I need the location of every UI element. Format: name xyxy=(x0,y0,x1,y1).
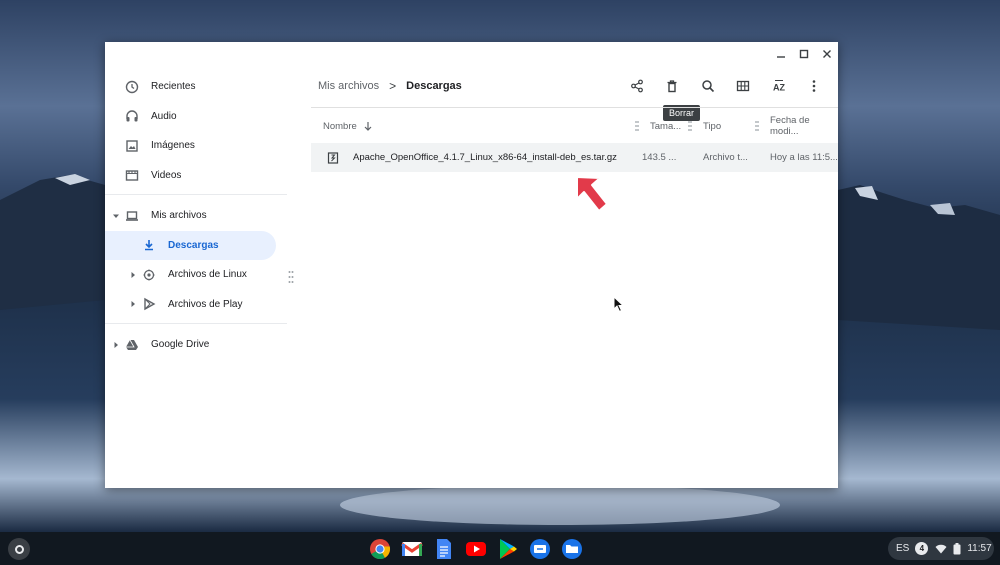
file-date: Hoy a las 11:5... xyxy=(770,152,838,163)
status-tray[interactable]: ES 4 11:57 xyxy=(888,537,994,560)
caret-right-icon[interactable] xyxy=(129,300,137,308)
launcher-icon xyxy=(14,544,24,554)
delete-icon[interactable] xyxy=(655,75,691,97)
column-resize-handle[interactable] xyxy=(688,120,692,132)
taskbar: ES 4 11:57 xyxy=(0,532,1000,565)
drive-icon xyxy=(124,337,140,353)
file-size: 143.5 ... xyxy=(642,152,677,163)
share-icon[interactable] xyxy=(619,75,655,97)
sidebar-resize-handle[interactable] xyxy=(288,270,294,284)
column-header-date[interactable]: Fecha de modi... xyxy=(770,114,838,138)
breadcrumb: Mis archivos > Descargas xyxy=(318,79,462,93)
sidebar-item-label: Videos xyxy=(151,169,182,181)
maximize-icon[interactable] xyxy=(792,42,815,66)
column-header-label: Tama... xyxy=(650,120,682,132)
caret-down-icon[interactable] xyxy=(112,212,120,220)
mouse-cursor xyxy=(613,296,625,313)
column-header-type[interactable]: Tipo xyxy=(703,114,721,138)
sidebar-item-descargas[interactable]: Descargas xyxy=(105,230,276,260)
column-resize-handle[interactable] xyxy=(635,120,639,132)
grid-view-icon[interactable] xyxy=(726,75,762,97)
youtube-icon[interactable] xyxy=(460,536,492,562)
sort-icon[interactable]: AZ xyxy=(761,75,797,97)
window-controls xyxy=(769,42,838,66)
caret-right-icon[interactable] xyxy=(112,341,120,349)
minimize-icon[interactable] xyxy=(769,42,792,66)
sidebar-item-recientes[interactable]: Recientes xyxy=(105,72,287,102)
download-icon xyxy=(141,237,157,253)
notification-count-badge: 4 xyxy=(915,542,929,555)
wifi-icon xyxy=(935,544,947,553)
headphones-icon xyxy=(124,108,140,124)
archive-file-icon xyxy=(327,143,339,172)
file-name: Apache_OpenOffice_4.1.7_Linux_x86-64_ins… xyxy=(353,152,617,163)
video-icon xyxy=(124,167,140,183)
column-header-name[interactable]: Nombre xyxy=(323,114,373,138)
chrome-icon[interactable] xyxy=(364,536,396,562)
image-icon xyxy=(124,138,140,154)
breadcrumb-parent[interactable]: Mis archivos xyxy=(318,80,379,92)
sidebar-item-imagenes[interactable]: Imágenes xyxy=(105,131,287,161)
sidebar-item-mis-archivos[interactable]: Mis archivos xyxy=(105,201,287,231)
clock-icon xyxy=(124,79,140,95)
arrow-down-icon xyxy=(364,122,372,131)
docs-icon[interactable] xyxy=(428,536,460,562)
column-header-size[interactable]: Tama... xyxy=(650,114,681,138)
toolbar: AZ xyxy=(619,75,832,97)
laptop-icon xyxy=(124,208,140,224)
file-table-header: Nombre Tama... Tipo Fecha de modi... xyxy=(311,114,838,138)
column-header-label: Fecha de modi... xyxy=(770,115,810,137)
search-icon[interactable] xyxy=(690,75,726,97)
app-shelf xyxy=(364,536,588,562)
play-store-icon[interactable] xyxy=(492,536,524,562)
column-header-label: Tipo xyxy=(703,120,722,132)
column-header-label: Nombre xyxy=(323,120,357,132)
battery-icon xyxy=(953,542,961,554)
sidebar-item-label: Google Drive xyxy=(151,339,210,351)
table-row[interactable]: Apache_OpenOffice_4.1.7_Linux_x86-64_ins… xyxy=(311,143,838,172)
files-icon[interactable] xyxy=(556,536,588,562)
gmail-icon[interactable] xyxy=(396,536,428,562)
close-icon[interactable] xyxy=(815,42,838,66)
sidebar-item-label: Mis archivos xyxy=(151,210,207,222)
sidebar-item-label: Archivos de Linux xyxy=(168,269,247,281)
clock-time: 11:57 xyxy=(967,543,992,554)
sidebar-divider xyxy=(105,194,287,195)
column-resize-handle[interactable] xyxy=(755,120,759,132)
more-icon[interactable] xyxy=(797,75,833,97)
remote-desktop-icon[interactable] xyxy=(524,536,556,562)
annotation-arrow xyxy=(576,176,608,212)
linux-icon xyxy=(141,267,157,283)
breadcrumb-current: Descargas xyxy=(406,80,462,92)
sidebar-item-google-drive[interactable]: Google Drive xyxy=(105,330,287,360)
caret-right-icon[interactable] xyxy=(129,271,137,279)
sidebar-item-label: Recientes xyxy=(151,81,196,93)
sidebar-item-archivos-de-play[interactable]: Archivos de Play xyxy=(105,290,287,320)
sidebar-item-label: Archivos de Play xyxy=(168,298,243,310)
sidebar-item-label: Imágenes xyxy=(151,140,195,152)
sidebar-item-videos[interactable]: Videos xyxy=(105,161,287,191)
launcher-button[interactable] xyxy=(8,538,30,560)
sidebar-item-audio[interactable]: Audio xyxy=(105,102,287,132)
svg-text:AZ: AZ xyxy=(773,83,785,93)
sidebar-item-archivos-de-linux[interactable]: Archivos de Linux xyxy=(105,260,287,290)
play-store-icon xyxy=(141,296,157,312)
toolbar-divider xyxy=(311,107,838,108)
sidebar: Recientes Audio Imágenes Videos Mis arch… xyxy=(105,72,287,360)
file-type: Archivo t... xyxy=(703,152,748,163)
sidebar-item-label: Audio xyxy=(151,110,177,122)
breadcrumb-separator: > xyxy=(389,79,397,93)
language-indicator: ES xyxy=(896,543,910,554)
sidebar-item-label: Descargas xyxy=(168,239,219,251)
files-app-window: Recientes Audio Imágenes Videos Mis arch… xyxy=(105,42,838,488)
sidebar-divider xyxy=(105,323,287,324)
